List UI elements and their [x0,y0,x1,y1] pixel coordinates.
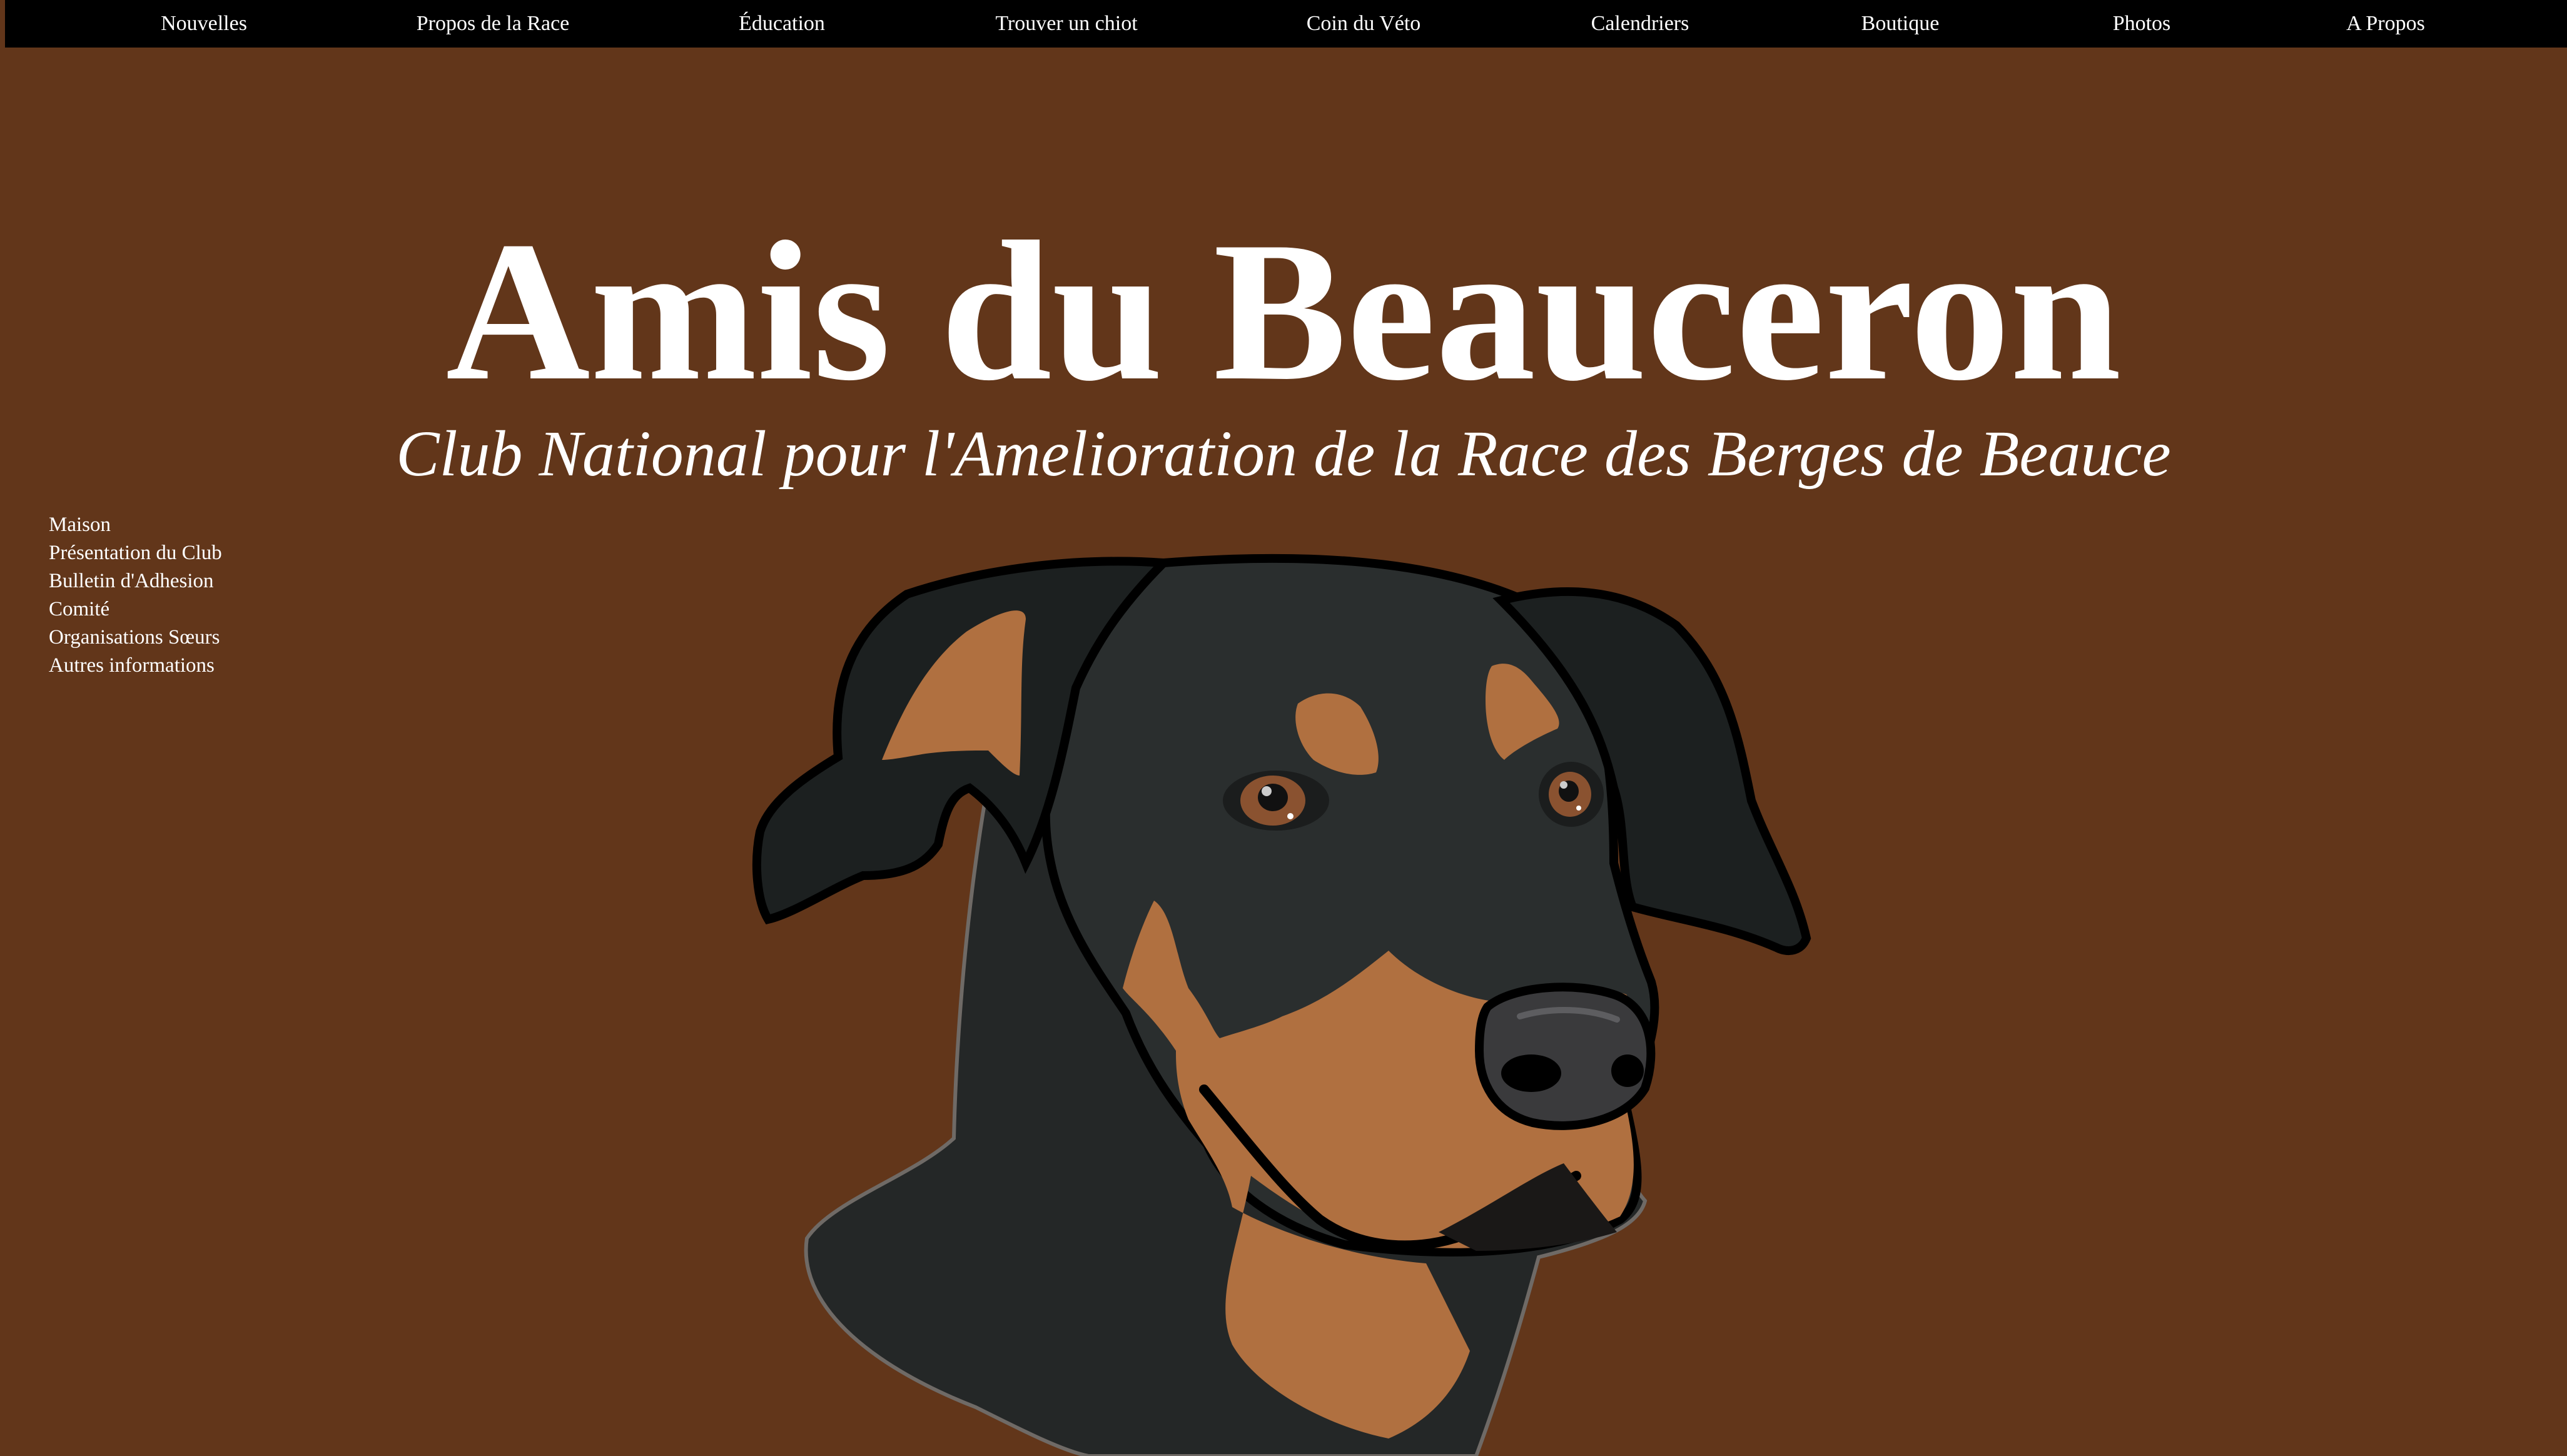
site-subtitle: Club National pour l'Amelioration de la … [396,418,2171,490]
nav-link-boutique[interactable]: Boutique [1861,0,1940,48]
sidebar-item-maison[interactable]: Maison [49,511,222,539]
nav-link-coin-du-veto[interactable]: Coin du Véto [1307,0,1421,48]
sidebar-navigation: Maison Présentation du Club Bulletin d'A… [49,511,222,680]
sidebar-item-presentation-du-club[interactable]: Présentation du Club [49,539,222,567]
sidebar-item-autres-informations[interactable]: Autres informations [49,652,222,680]
dog-right-eye [1539,762,1604,827]
nav-link-nouvelles[interactable]: Nouvelles [161,0,247,48]
nav-link-education[interactable]: Éducation [739,0,825,48]
nav-link-a-propos[interactable]: A Propos [2346,0,2425,48]
dog-nose [1474,983,1656,1130]
nav-link-calendriers[interactable]: Calendriers [1591,0,1689,48]
nav-link-trouver-un-chiot[interactable]: Trouver un chiot [995,0,1137,48]
sidebar-item-organisations-soeurs[interactable]: Organisations Sœurs [49,624,222,652]
beauceron-dog-head-illustration [752,554,1811,1456]
dog-left-eye [1223,771,1329,831]
top-navigation-bar: Nouvelles Propos de la Race Éducation Tr… [5,0,2567,48]
site-title: Amis du Beauceron [445,201,2122,422]
sidebar-item-bulletin-adhesion[interactable]: Bulletin d'Adhesion [49,567,222,595]
sidebar-item-comite[interactable]: Comité [49,595,222,624]
nav-link-propos-de-la-race[interactable]: Propos de la Race [417,0,570,48]
nav-link-photos[interactable]: Photos [2113,0,2171,48]
